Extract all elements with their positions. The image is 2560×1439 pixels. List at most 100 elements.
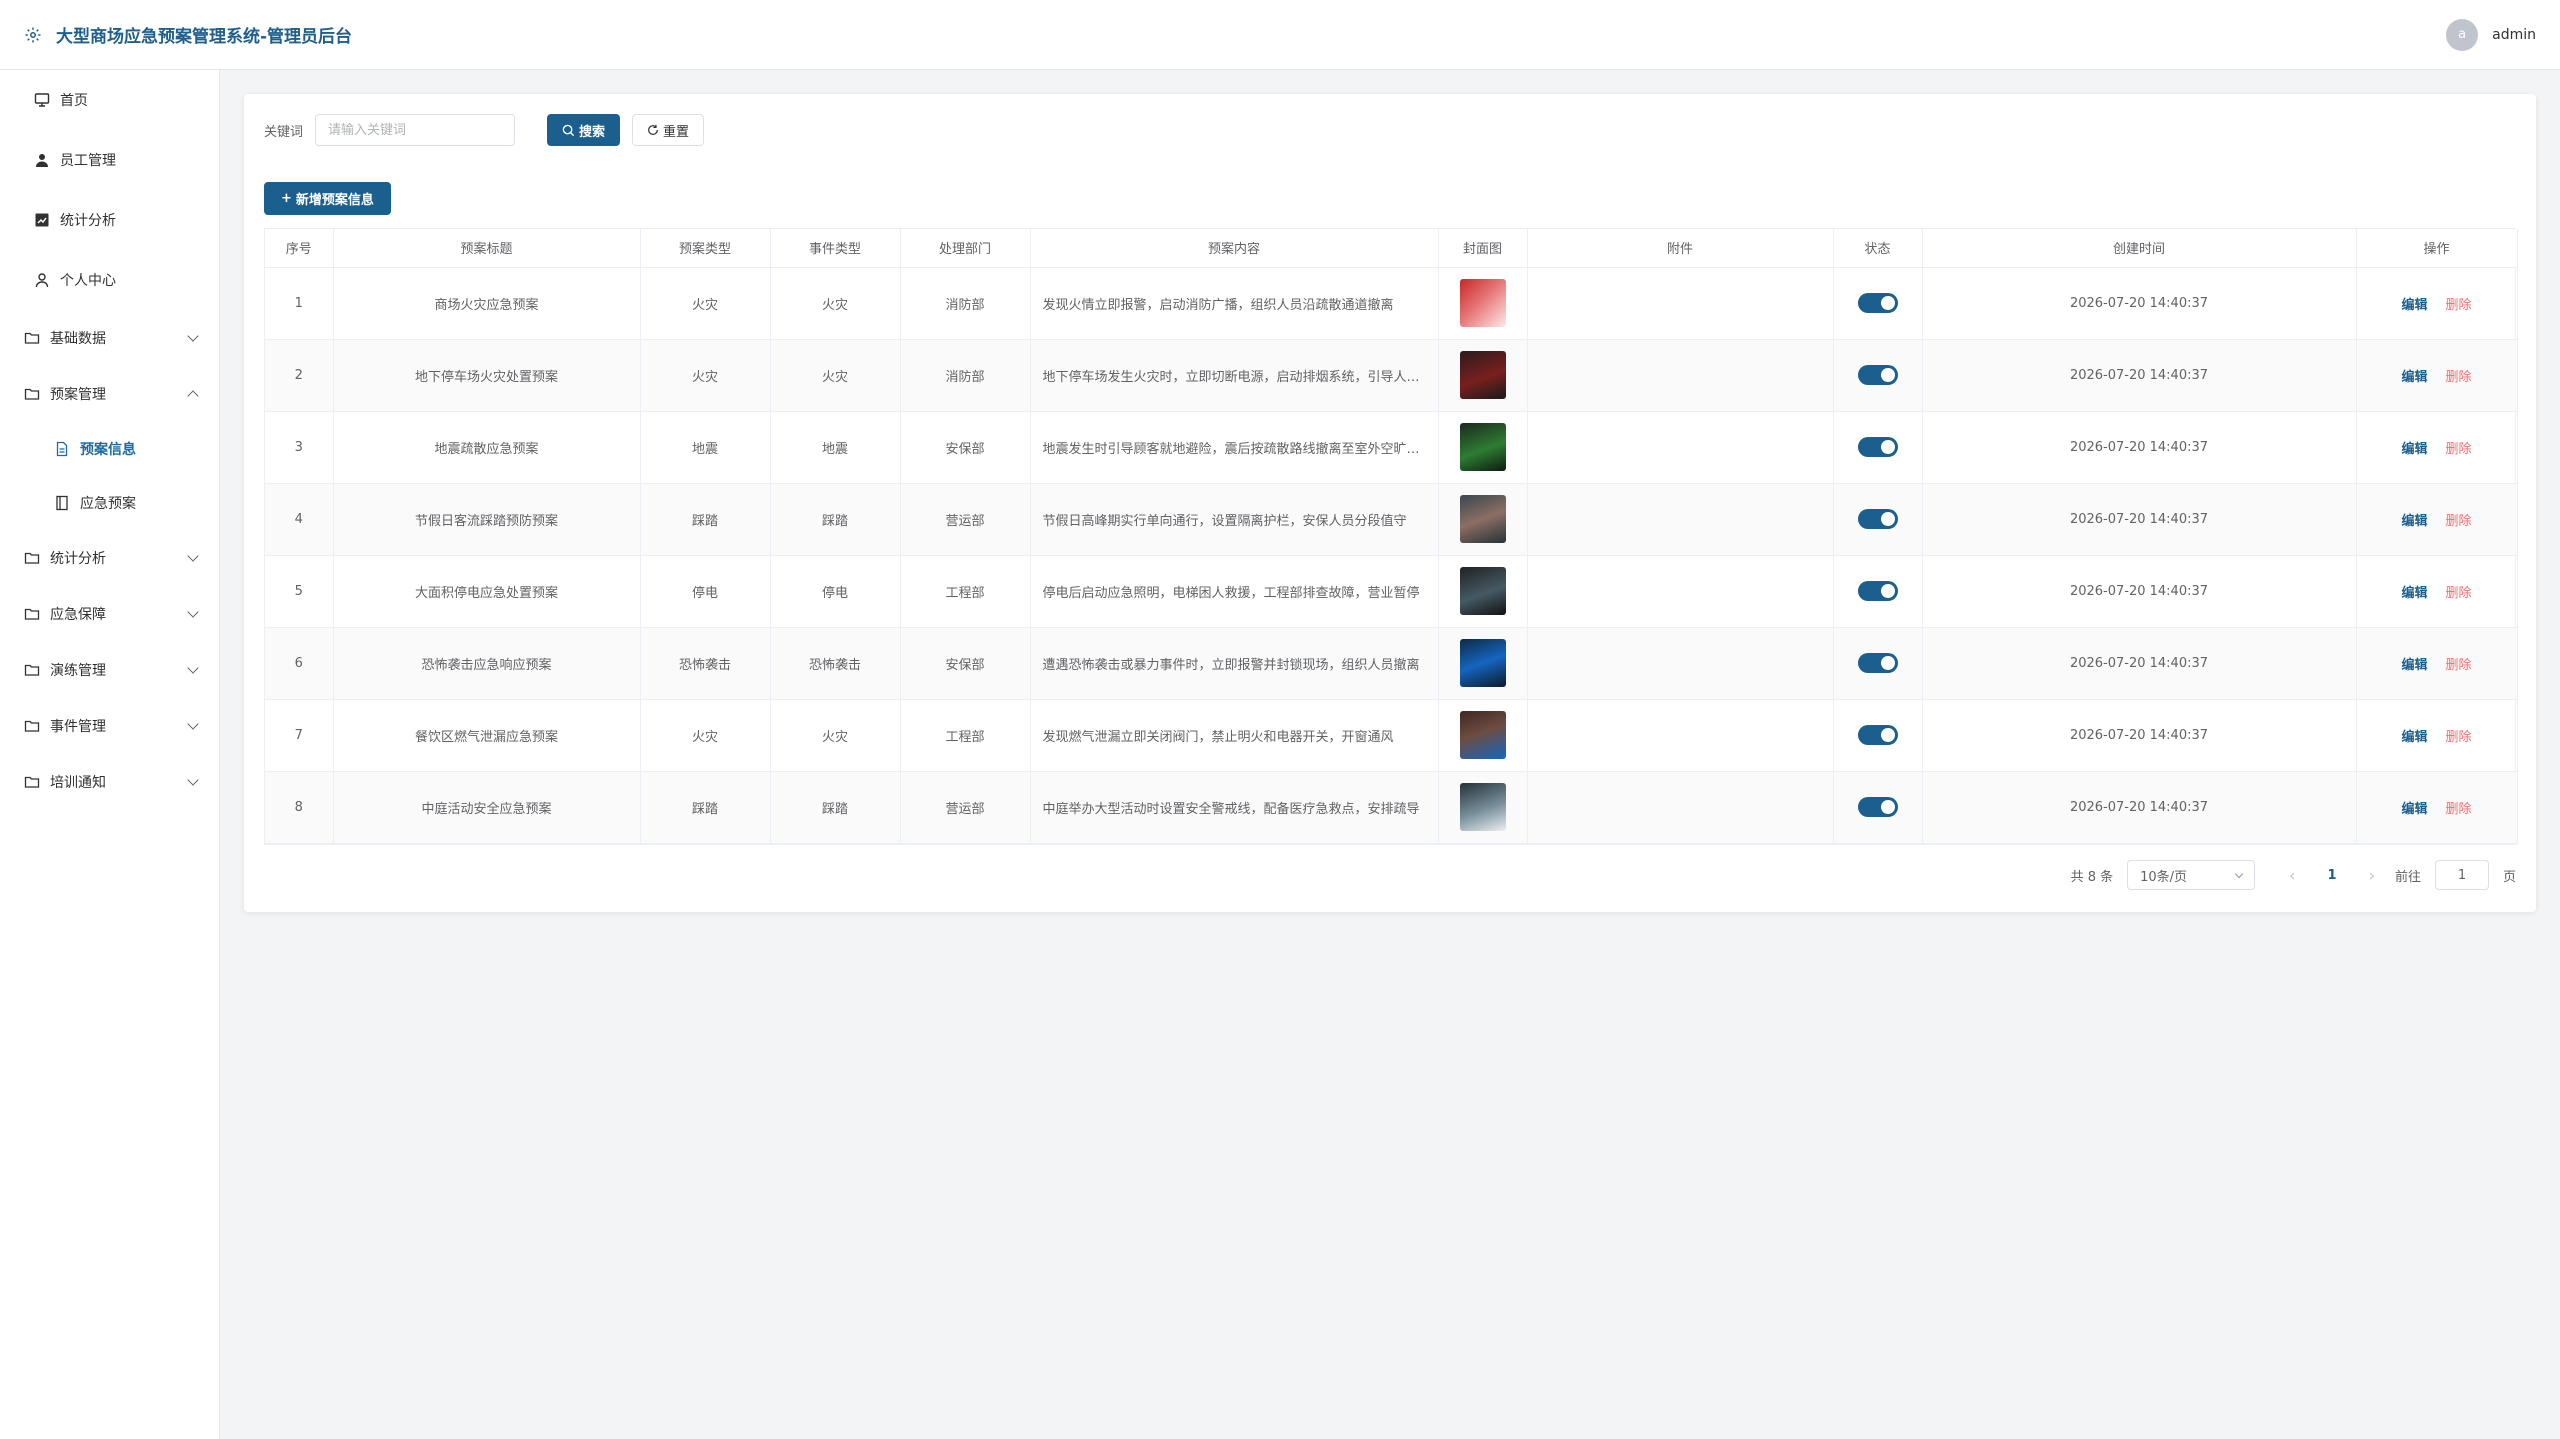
table-row: 2 地下停车场火灾处置预案 火灾 火灾 消防部 地下停车场发生火灾时，立即切断电源，启动排… [265,339,2518,412]
edit-button[interactable]: 编辑 [2401,370,2427,385]
cover-image[interactable] [1459,567,1506,615]
delete-button[interactable]: 删除 [2446,658,2472,673]
delete-button[interactable]: 删除 [2446,730,2472,745]
table-row: 7 餐饮区燃气泄漏应急预案 火灾 火灾 工程部 发现燃气泄漏立即关闭阀门，禁止明火和电器开… [265,699,2518,772]
page-size-select[interactable]: 10条/页 [2127,860,2256,890]
cover-image[interactable] [1459,279,1506,327]
cover-cell [1438,339,1528,412]
status-toggle[interactable] [1857,581,1898,601]
username[interactable]: admin [2492,27,2536,43]
cover-image[interactable] [1459,711,1506,759]
plan-content-cell: 地震发生时引导顾客就地避险，震后按疏散路线撤离至室外空旷地带 [1030,411,1439,484]
search-button[interactable]: 搜索 [547,114,621,146]
chevron-down-icon [187,606,199,618]
sidebar-group-event-management[interactable]: 事件管理 [0,698,219,754]
edit-button[interactable]: 编辑 [2401,442,2427,457]
edit-button[interactable]: 编辑 [2401,730,2427,745]
status-toggle[interactable] [1857,293,1898,313]
avatar[interactable]: a [2446,18,2479,51]
edit-button[interactable]: 编辑 [2401,802,2427,817]
status-cell [1833,627,1923,700]
sidebar-item-stats[interactable]: 统计分析 [0,190,219,250]
sidebar-item-plan-info[interactable]: 预案信息 [0,422,219,476]
status-toggle[interactable] [1857,509,1898,529]
cover-image[interactable] [1459,423,1506,471]
attachment-cell [1527,555,1834,628]
page-suffix: 页 [2502,869,2516,885]
column-header: 创建时间 [1922,229,2357,268]
cover-image[interactable] [1459,351,1506,399]
chevron-up-icon [187,390,199,402]
sidebar-item-emergency-plan[interactable]: 应急预案 [0,476,219,530]
delete-button[interactable]: 删除 [2446,514,2472,529]
row-index: 5 [265,555,334,628]
plan-content-cell: 停电后启动应急照明，电梯困人救援，工程部排查故障，营业暂停 [1030,555,1439,628]
plan-title-cell: 地震疏散应急预案 [333,411,641,484]
status-toggle[interactable] [1857,437,1898,457]
sidebar-group-label: 统计分析 [50,551,106,567]
status-toggle[interactable] [1857,653,1898,673]
row-index: 8 [265,771,334,844]
sidebar-group-drill-management[interactable]: 演练管理 [0,642,219,698]
edit-button[interactable]: 编辑 [2401,298,2427,313]
sidebar-group-label: 演练管理 [50,663,106,679]
add-plan-button[interactable]: + 新增预案信息 [264,182,391,215]
delete-button[interactable]: 删除 [2446,298,2472,313]
plan-content-cell: 节假日高峰期实行单向通行，设置隔离护栏，安保人员分段值守 [1030,483,1439,556]
status-toggle[interactable] [1857,365,1898,385]
edit-button[interactable]: 编辑 [2401,586,2427,601]
page-number[interactable]: 1 [2316,868,2349,883]
sidebar-item-staff[interactable]: 员工管理 [0,130,219,190]
plan-type-cell: 恐怖袭击 [640,627,771,700]
column-header: 预案内容 [1030,229,1439,268]
folder-icon [24,330,40,346]
edit-button[interactable]: 编辑 [2401,514,2427,529]
status-toggle[interactable] [1857,797,1898,817]
plan-title-cell: 节假日客流踩踏预防预案 [333,483,641,556]
goto-page-input[interactable] [2434,860,2489,890]
event-type-cell: 火灾 [770,339,901,412]
row-index: 1 [265,267,334,340]
search-input[interactable] [315,114,516,146]
actions-cell: 编辑 删除 [2356,411,2518,484]
sidebar-group-plan-management[interactable]: 预案管理 [0,366,219,422]
actions-cell: 编辑 删除 [2356,339,2518,412]
sidebar-group-label: 基础数据 [50,331,106,347]
prev-page-icon[interactable]: ‹ [2283,866,2301,885]
actions-cell: 编辑 删除 [2356,771,2518,844]
cover-cell [1438,699,1528,772]
sidebar-item-profile[interactable]: 个人中心 [0,250,219,310]
plan-title-cell: 餐饮区燃气泄漏应急预案 [333,699,641,772]
edit-button[interactable]: 编辑 [2401,658,2427,673]
next-page-icon[interactable]: › [2363,866,2381,885]
plan-type-cell: 踩踏 [640,483,771,556]
cover-image[interactable] [1459,495,1506,543]
column-header: 附件 [1527,229,1834,268]
sidebar-group-label: 应急保障 [50,607,106,623]
sidebar-group-basic-data[interactable]: 基础数据 [0,310,219,366]
sidebar-group-emergency-support[interactable]: 应急保障 [0,586,219,642]
gear-icon [25,27,41,42]
user-menu[interactable]: a admin [2446,18,2536,51]
delete-button[interactable]: 删除 [2446,370,2472,385]
status-toggle[interactable] [1857,725,1898,745]
cover-image[interactable] [1459,639,1506,687]
delete-button[interactable]: 删除 [2446,442,2472,457]
attachment-cell [1527,267,1834,340]
actions-cell: 编辑 删除 [2356,483,2518,556]
delete-button[interactable]: 删除 [2446,802,2472,817]
sidebar-group-statistics[interactable]: 统计分析 [0,530,219,586]
plan-content-cell: 遭遇恐怖袭击或暴力事件时，立即报警并封锁现场，组织人员撤离 [1030,627,1439,700]
sidebar-group-training-notice[interactable]: 培训通知 [0,754,219,810]
chevron-down-icon [187,330,199,342]
cover-image[interactable] [1459,783,1506,831]
attachment-cell [1527,699,1834,772]
event-type-cell: 踩踏 [770,483,901,556]
plan-content-cell: 发现燃气泄漏立即关闭阀门，禁止明火和电器开关，开窗通风 [1030,699,1439,772]
monitor-icon [34,92,50,108]
row-index: 4 [265,483,334,556]
actions-cell: 编辑 删除 [2356,555,2518,628]
reset-button[interactable]: 重置 [632,114,705,146]
delete-button[interactable]: 删除 [2446,586,2472,601]
sidebar-item-home[interactable]: 首页 [0,70,219,130]
